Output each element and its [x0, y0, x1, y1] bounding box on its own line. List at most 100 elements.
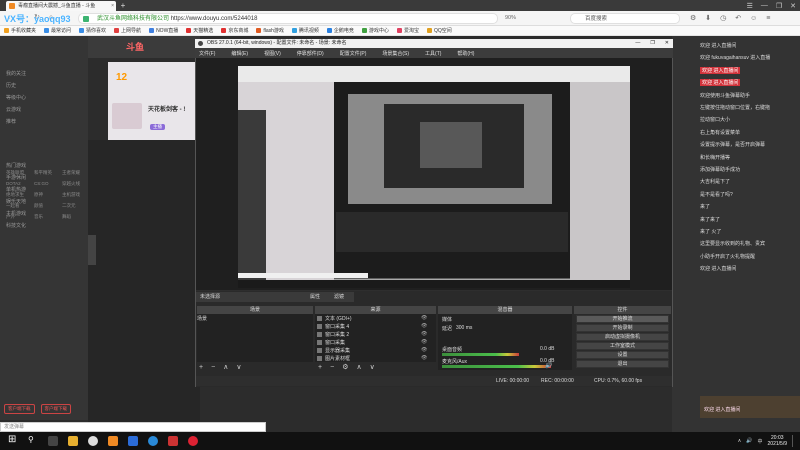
remove-source-button[interactable]: − [330, 364, 334, 372]
bookmark-item[interactable]: 猜你喜欢 [79, 27, 106, 34]
remove-scene-button[interactable]: − [211, 364, 215, 372]
add-scene-button[interactable]: + [199, 364, 203, 372]
bookmark-item[interactable]: 手机收藏夹 [4, 27, 36, 34]
bookmark-item[interactable]: 爱淘宝 [396, 27, 419, 34]
obs-maximize-icon[interactable]: ❐ [650, 39, 654, 48]
new-tab-button[interactable]: + [118, 1, 128, 11]
clock[interactable]: 20:03 2021/5/9 [768, 435, 787, 447]
chat-input[interactable]: 发送弹幕 [0, 422, 266, 432]
left-nav-category[interactable]: DOTA2 [6, 181, 21, 186]
download-icon[interactable]: ⬇ [705, 13, 711, 24]
scene-up-button[interactable]: ∧ [223, 364, 228, 372]
source-settings-icon[interactable]: ⚙ [342, 364, 348, 372]
bookmark-item[interactable]: 游戏中心 [361, 27, 389, 34]
source-visibility-icon[interactable]: 👁 [421, 339, 427, 345]
user-icon[interactable]: ☺ [750, 13, 757, 24]
streamer-avatar[interactable] [112, 103, 142, 129]
side-collapse-handle[interactable] [88, 235, 96, 265]
obs-menu-item[interactable]: 文件(F) [199, 50, 215, 57]
source-visibility-icon[interactable]: 👁 [421, 331, 427, 337]
left-nav-category[interactable]: 王者荣耀 [62, 170, 80, 176]
left-nav-category[interactable]: CS:GO [34, 181, 49, 186]
settings-button[interactable]: 设置 [576, 351, 669, 359]
obs-menu-item[interactable]: 工具(T) [425, 50, 441, 57]
left-nav-category[interactable]: 主机游戏 [62, 192, 80, 198]
netease-taskbar-icon[interactable] [188, 436, 198, 446]
left-nav-item[interactable]: 历史 [6, 82, 16, 89]
left-nav-item[interactable]: 云游戏 [6, 106, 21, 113]
tray-expand-icon[interactable]: ∧ [738, 438, 742, 444]
client-download-button-2[interactable]: 客户端下载 [40, 404, 71, 414]
settings-icon[interactable]: ≡ [766, 13, 770, 24]
source-item[interactable]: 窗口采集 4 [317, 323, 349, 330]
left-nav-item[interactable]: 我的关注 [6, 70, 26, 77]
filters-tab[interactable]: 滤镜 [330, 292, 354, 302]
start-virtual-camera-button[interactable]: 启动虚拟摄像机 [576, 333, 669, 341]
exit-button[interactable]: 退出 [576, 360, 669, 368]
left-nav-category[interactable]: 穿越火线 [62, 181, 80, 187]
left-nav-category[interactable]: 音乐 [34, 214, 43, 220]
browser-tab[interactable]: 毒瘤直播间大震撼_斗鱼直播 - 斗鱼 × [6, 1, 116, 11]
search-box[interactable]: 百度搜索 [570, 13, 680, 24]
obs-menu-item[interactable]: 视图(V) [264, 50, 281, 57]
word-taskbar-icon[interactable] [128, 436, 138, 446]
bookmark-item[interactable]: 腾讯视频 [291, 27, 319, 34]
mixer-delay-value[interactable]: 300 ms [456, 325, 472, 331]
obs-close-icon[interactable]: ✕ [665, 39, 669, 48]
source-visibility-icon[interactable]: 👁 [421, 315, 427, 321]
show-desktop-button[interactable] [792, 435, 798, 447]
source-item[interactable]: 窗口采集 2 [317, 331, 349, 338]
edge-taskbar-icon[interactable] [148, 436, 158, 446]
obs-menu-item[interactable]: 场景集合(S) [382, 50, 409, 57]
zoom-level[interactable]: 90% [505, 13, 516, 24]
obs-minimize-icon[interactable]: — [635, 39, 640, 48]
obs-menu-item[interactable]: 编辑(E) [231, 50, 248, 57]
obs-menu-item[interactable]: 帮助(H) [457, 50, 474, 57]
scene-item[interactable]: 场景 [197, 315, 207, 322]
left-nav-item[interactable]: 科技文化 [6, 222, 26, 229]
left-nav-category[interactable]: 一起看 [6, 203, 20, 209]
left-nav-category[interactable]: 和平精英 [34, 170, 52, 176]
obs-menu-item[interactable]: 配置文件(P) [340, 50, 367, 57]
douyu-logo[interactable]: 斗鱼 [126, 40, 144, 53]
source-visibility-icon[interactable]: 👁 [421, 323, 427, 329]
minimize-icon[interactable]: — [761, 2, 768, 9]
bookmark-item[interactable]: flash游戏 [256, 27, 284, 34]
bookmark-item[interactable]: 企鹅电竞 [326, 27, 354, 34]
left-nav-category[interactable]: 舞蹈 [62, 214, 71, 220]
history-icon[interactable]: ◷ [720, 13, 726, 24]
left-nav-category[interactable]: 绝地求生 [6, 192, 24, 198]
ime-indicator[interactable]: 中 [758, 438, 763, 445]
left-nav-item[interactable]: 热门游戏 [6, 162, 26, 169]
speaker-icon[interactable]: 🔊 [545, 362, 552, 369]
volume-icon[interactable]: 🔊 [746, 438, 752, 444]
search-icon[interactable]: ⚲ [28, 435, 34, 444]
studio-mode-button[interactable]: 工作室模式 [576, 342, 669, 350]
bookmark-item[interactable]: 天猫精选 [186, 27, 213, 34]
add-source-button[interactable]: + [318, 364, 322, 372]
source-visibility-icon[interactable]: 👁 [421, 355, 427, 361]
start-recording-button[interactable]: 开始录制 [576, 324, 669, 332]
bookmark-item[interactable]: QQ空间 [426, 27, 452, 34]
bookmark-item[interactable]: NOW直播 [149, 27, 178, 34]
left-nav-category[interactable]: 原神 [34, 192, 43, 198]
extension-icon[interactable]: ⚙ [690, 13, 696, 24]
task-view-icon[interactable] [48, 436, 58, 446]
left-nav-category[interactable]: 英雄联盟 [6, 170, 24, 176]
menu-icon[interactable]: ☰ [747, 2, 753, 10]
close-icon[interactable]: ✕ [790, 2, 796, 10]
start-button[interactable]: ⊞ [8, 434, 16, 445]
left-nav-category[interactable]: 户外 [6, 214, 15, 220]
left-nav-category[interactable]: 颜值 [34, 203, 43, 209]
undo-icon[interactable]: ↶ [735, 13, 741, 24]
source-item[interactable]: 显示器采集 [317, 347, 350, 354]
left-nav-item[interactable]: 等级中心 [6, 94, 26, 101]
start-streaming-button[interactable]: 开始推流 [576, 315, 669, 323]
app-taskbar-icon[interactable] [168, 436, 178, 446]
bookmark-item[interactable]: 上网导航 [114, 27, 141, 34]
bookmark-item[interactable]: 最常访问 [44, 27, 71, 34]
douyu-taskbar-icon[interactable] [108, 436, 118, 446]
source-item[interactable]: 图片素材框 [317, 355, 350, 362]
room-tag[interactable]: 主播 [150, 124, 165, 130]
source-up-button[interactable]: ∧ [356, 364, 361, 372]
